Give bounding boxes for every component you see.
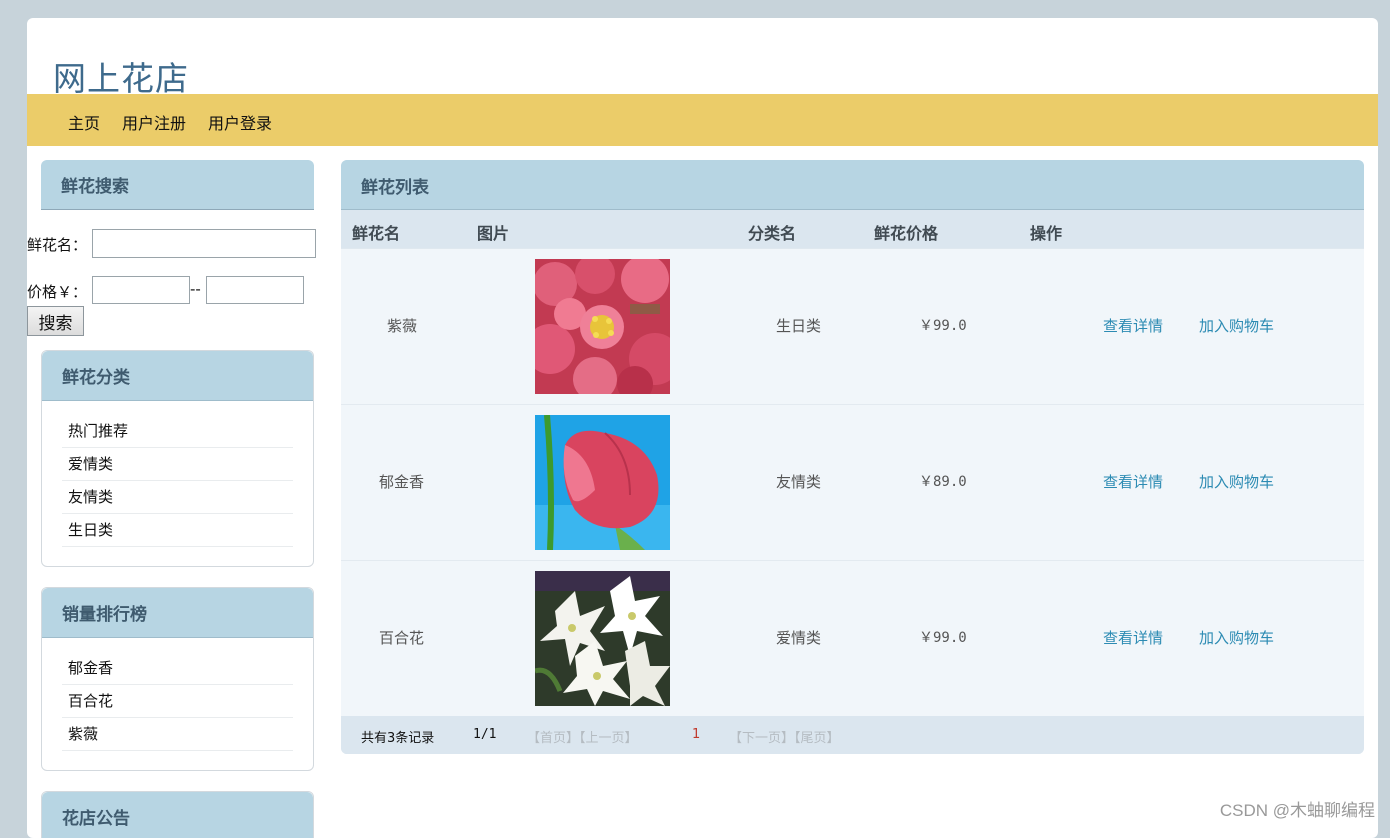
ranking-panel: 销量排行榜 郁金香 百合花 紫薇 bbox=[41, 587, 314, 771]
category-panel-title: 鲜花分类 bbox=[62, 368, 130, 388]
add-to-cart-link[interactable]: 加入购物车 bbox=[1199, 627, 1274, 648]
category-item[interactable]: 友情类 bbox=[62, 481, 293, 514]
flower-list-header: 鲜花列表 bbox=[341, 160, 1364, 210]
notice-panel-header: 花店公告 bbox=[42, 792, 313, 838]
table-row: 紫薇 生日类 ￥99.0 查看详情 加入购物车 bbox=[341, 249, 1364, 405]
first-prev-links[interactable]: 【首页】【上一页】 bbox=[527, 727, 638, 746]
price-label: 价格￥： bbox=[27, 283, 88, 301]
category-item[interactable]: 爱情类 bbox=[62, 448, 293, 481]
flower-list-title: 鲜花列表 bbox=[361, 178, 429, 198]
notice-panel-title: 花店公告 bbox=[62, 809, 130, 829]
nav-register[interactable]: 用户注册 bbox=[122, 110, 186, 134]
view-details-link[interactable]: 查看详情 bbox=[1103, 627, 1163, 648]
price-min-input[interactable] bbox=[92, 276, 190, 304]
category-panel-header: 鲜花分类 bbox=[42, 351, 313, 401]
price-range-separator: -- bbox=[190, 280, 201, 298]
category-item[interactable]: 生日类 bbox=[62, 514, 293, 547]
table-row: 百合花 爱情类 ￥99.0 查看详情 加入购物车 bbox=[341, 561, 1364, 717]
flower-category: 友情类 bbox=[776, 473, 822, 491]
current-page[interactable]: 1 bbox=[692, 727, 700, 742]
flower-name: 郁金香 bbox=[379, 473, 425, 491]
flower-image bbox=[535, 259, 670, 394]
page-indicator: 1/1 bbox=[473, 727, 497, 742]
price-max-input[interactable] bbox=[206, 276, 304, 304]
record-count: 共有3条记录 bbox=[361, 731, 435, 746]
column-header-image: 图片 bbox=[477, 224, 510, 243]
column-header-category: 分类名 bbox=[748, 224, 797, 243]
flower-name-input[interactable] bbox=[92, 229, 316, 258]
flower-image bbox=[535, 571, 670, 706]
nav-login[interactable]: 用户登录 bbox=[208, 110, 272, 134]
add-to-cart-link[interactable]: 加入购物车 bbox=[1199, 315, 1274, 336]
flower-image bbox=[535, 415, 670, 550]
flower-price: ￥89.0 bbox=[919, 474, 967, 490]
ranking-item[interactable]: 紫薇 bbox=[62, 718, 293, 751]
category-panel: 鲜花分类 热门推荐 爱情类 友情类 生日类 bbox=[41, 350, 314, 567]
page-container: 网上花店 主页 用户注册 用户登录 鲜花搜索 鲜花名： 价格￥： -- 搜索 鲜… bbox=[27, 18, 1378, 838]
table-row: 郁金香 友情类 ￥89.0 查看详情 加入购物车 bbox=[341, 405, 1364, 561]
add-to-cart-link[interactable]: 加入购物车 bbox=[1199, 471, 1274, 492]
search-panel-title: 鲜花搜索 bbox=[61, 177, 129, 197]
view-details-link[interactable]: 查看详情 bbox=[1103, 315, 1163, 336]
ranking-item[interactable]: 郁金香 bbox=[62, 652, 293, 685]
column-header-actions: 操作 bbox=[1030, 224, 1063, 243]
next-last-links[interactable]: 【下一页】【尾页】 bbox=[729, 727, 840, 746]
flower-name: 百合花 bbox=[379, 629, 425, 647]
flower-category: 生日类 bbox=[776, 317, 822, 335]
category-list: 热门推荐 爱情类 友情类 生日类 bbox=[62, 415, 293, 547]
column-header-name: 鲜花名 bbox=[352, 224, 401, 243]
ranking-item[interactable]: 百合花 bbox=[62, 685, 293, 718]
flower-category: 爱情类 bbox=[776, 629, 822, 647]
flower-list-panel: 鲜花列表 鲜花名 图片 分类名 鲜花价格 操作 紫薇 生日类 ￥99.0 查看详… bbox=[341, 160, 1364, 754]
column-header-price: 鲜花价格 bbox=[874, 224, 939, 243]
site-title: 网上花店 bbox=[53, 59, 189, 98]
ranking-panel-title: 销量排行榜 bbox=[62, 605, 147, 625]
search-button[interactable]: 搜索 bbox=[27, 306, 84, 336]
flower-price: ￥99.0 bbox=[919, 630, 967, 646]
search-panel-header: 鲜花搜索 bbox=[41, 160, 314, 210]
name-label: 鲜花名： bbox=[27, 236, 88, 254]
notice-panel: 花店公告 bbox=[41, 791, 314, 838]
pagination: 共有3条记录 1/1 【首页】【上一页】 1 【下一页】【尾页】 bbox=[341, 716, 1364, 754]
ranking-panel-header: 销量排行榜 bbox=[42, 588, 313, 638]
view-details-link[interactable]: 查看详情 bbox=[1103, 471, 1163, 492]
ranking-list: 郁金香 百合花 紫薇 bbox=[62, 652, 293, 751]
watermark: CSDN @木蚰聊编程 bbox=[1219, 801, 1375, 820]
flower-name: 紫薇 bbox=[387, 317, 418, 335]
top-nav: 主页 用户注册 用户登录 bbox=[27, 94, 1378, 146]
flower-price: ￥99.0 bbox=[919, 318, 967, 334]
category-item[interactable]: 热门推荐 bbox=[62, 415, 293, 448]
table-header: 鲜花名 图片 分类名 鲜花价格 操作 bbox=[341, 210, 1364, 248]
nav-home[interactable]: 主页 bbox=[68, 110, 100, 134]
